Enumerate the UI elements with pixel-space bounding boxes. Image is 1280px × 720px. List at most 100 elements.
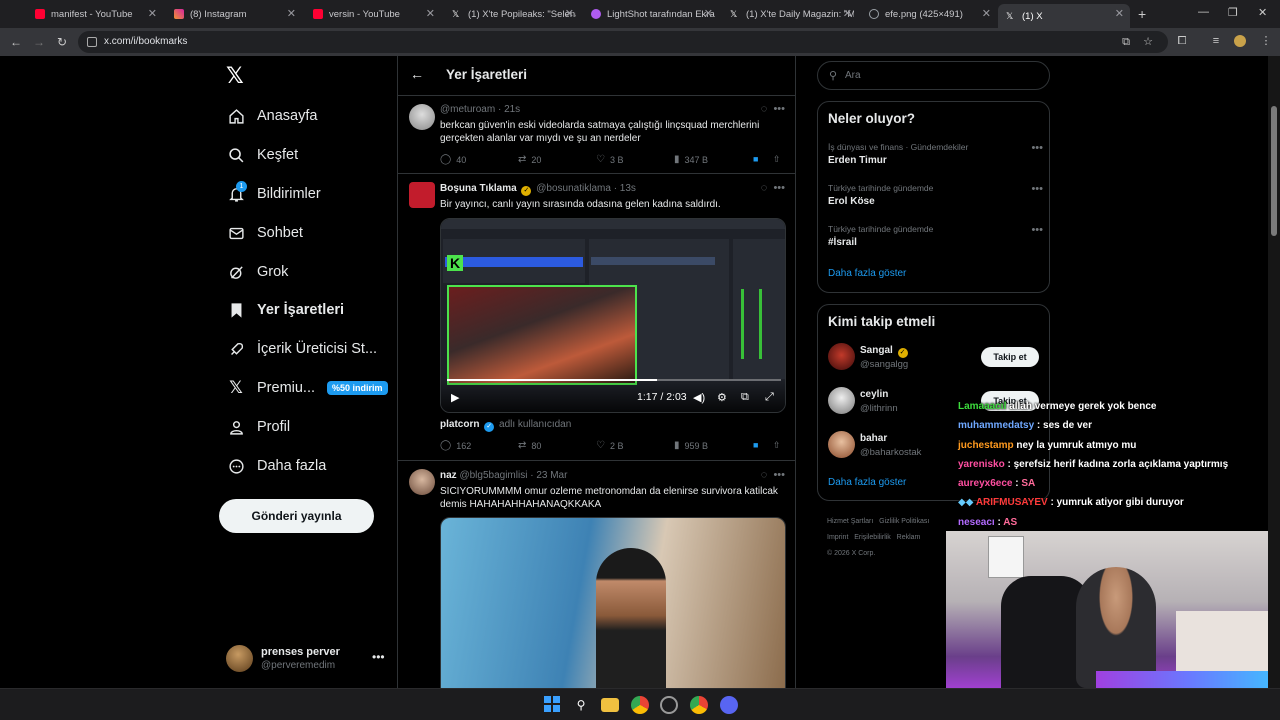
share-icon[interactable]: ⇧ (773, 154, 781, 165)
play-icon[interactable]: ▶ (451, 391, 459, 404)
repost-button[interactable]: ⇄ 80 (518, 440, 541, 451)
browser-tab[interactable]: LightShot tarafından Ekran... ✕ (583, 4, 719, 24)
more-icon[interactable]: ••• (1031, 183, 1043, 195)
nav-profile[interactable]: Profil (226, 415, 290, 439)
media-icon[interactable]: ≡ (1210, 35, 1222, 47)
more-icon[interactable]: ••• (773, 103, 785, 115)
more-icon[interactable]: ••• (372, 650, 385, 664)
browser-tab[interactable]: 𝕏 (1) X'te Daily Magazin: "M... ✕ (722, 4, 858, 24)
address-bar[interactable]: x.com/i/bookmarks ⧉ ☆ (78, 31, 1168, 53)
post-button[interactable]: Gönderi yayınla (219, 499, 374, 533)
grok-icon[interactable]: ◌ (761, 103, 768, 115)
footer-link[interactable]: Erişilebilirlik (854, 534, 891, 541)
settings-icon[interactable]: ⚙ (717, 391, 727, 404)
bookmark-icon[interactable]: ■ (753, 154, 758, 164)
reload-icon[interactable]: ↻ (57, 35, 67, 49)
nav-home[interactable]: Anasayfa (226, 104, 317, 128)
x-logo-icon[interactable]: 𝕏 (226, 65, 246, 87)
windows-start-icon[interactable] (543, 696, 561, 714)
avatar[interactable] (409, 469, 435, 495)
restore-icon[interactable]: ❐ (1228, 6, 1238, 19)
browser-tab[interactable]: efe.png (425×491) ✕ (861, 4, 997, 24)
discord-icon[interactable] (720, 696, 738, 714)
reply-button[interactable]: ◯ 40 (440, 154, 466, 165)
volume-icon[interactable]: ◀) (693, 391, 705, 404)
extensions-icon[interactable]: ⧠ (1176, 35, 1188, 47)
tweet[interactable]: Boşuna Tıklama ✓ @bosunatiklama · 13s ◌ … (398, 174, 795, 461)
fullscreen-icon[interactable]: ⤢ (765, 391, 774, 404)
like-button[interactable]: ♡ 2 B (596, 440, 623, 451)
trend-item[interactable]: İş dünyası ve finans · Gündemdekiler Erd… (828, 142, 1043, 166)
profile-avatar[interactable] (1234, 35, 1246, 47)
browser-tab[interactable]: (8) Instagram ✕ (166, 4, 302, 24)
tweet-video[interactable] (440, 517, 786, 688)
forward-icon[interactable]: → (33, 35, 45, 49)
more-icon[interactable]: ••• (1031, 224, 1043, 236)
share-icon[interactable]: ⇧ (773, 440, 781, 451)
scrollbar-thumb[interactable] (1271, 106, 1277, 236)
more-icon[interactable]: ••• (1031, 142, 1043, 154)
new-tab-icon[interactable]: + (1138, 6, 1146, 22)
trend-item[interactable]: Türkiye tarihinde gündemde #İsrail ••• (828, 224, 1043, 248)
chrome-icon[interactable] (631, 696, 649, 714)
star-icon[interactable]: ☆ (1142, 36, 1154, 48)
close-icon[interactable]: ✕ (982, 7, 991, 20)
browser-tab-active[interactable]: 𝕏 (1) X ✕ (998, 4, 1130, 28)
tweet-author-name[interactable]: Boşuna Tıklama (440, 183, 517, 194)
close-icon[interactable]: ✕ (287, 7, 296, 20)
tweet[interactable]: naz @blg5bagimlisi · 23 Mar ◌ ••• SICIYO… (398, 461, 795, 688)
tweet-handle[interactable]: @meturoam (440, 104, 495, 115)
show-more-link[interactable]: Daha fazla göster (828, 477, 906, 488)
video-progress[interactable] (447, 379, 781, 381)
more-icon[interactable]: ••• (773, 182, 785, 194)
nav-more[interactable]: Daha fazla (226, 454, 326, 478)
nav-grok[interactable]: Grok (226, 260, 288, 284)
tweet-time[interactable]: 23 Mar (536, 470, 567, 481)
back-arrow-icon[interactable]: ← (410, 66, 424, 82)
account-switcher[interactable]: prenses perver @perveremedim ••• (226, 644, 386, 674)
window-close-icon[interactable]: ✕ (1258, 6, 1267, 19)
close-icon[interactable]: ✕ (1115, 7, 1124, 20)
tweet-author-name[interactable]: naz (440, 470, 457, 481)
close-icon[interactable]: ✕ (843, 7, 852, 20)
views-button[interactable]: ▮ 959 B (674, 440, 708, 451)
steam-icon[interactable] (660, 696, 678, 714)
grok-icon[interactable]: ◌ (761, 182, 768, 194)
page-scrollbar[interactable] (1268, 56, 1280, 688)
trend-item[interactable]: Türkiye tarihinde gündemde Erol Köse ••• (828, 183, 1043, 207)
nav-creator-studio[interactable]: İçerik Üreticisi St... (226, 337, 377, 361)
close-icon[interactable]: ✕ (565, 7, 574, 20)
footer-link[interactable]: Reklam (897, 534, 921, 541)
close-icon[interactable]: ✕ (426, 7, 435, 20)
install-app-icon[interactable]: ⧉ (1120, 36, 1132, 48)
avatar[interactable] (409, 104, 435, 130)
chrome-icon[interactable] (690, 696, 708, 714)
menu-icon[interactable]: ⋮ (1260, 35, 1272, 47)
repost-button[interactable]: ⇄ 20 (518, 154, 541, 165)
file-explorer-icon[interactable] (601, 698, 619, 712)
tweet-video[interactable]: K ▶ 1:17 / 2:03 ◀) ⚙ ⧉ ⤢ (440, 218, 786, 413)
footer-link[interactable]: Imprint (827, 534, 848, 541)
bookmark-icon[interactable]: ■ (753, 440, 758, 450)
show-more-link[interactable]: Daha fazla göster (828, 268, 906, 279)
nav-bookmarks[interactable]: Yer İşaretleri (226, 298, 344, 322)
nav-chat[interactable]: Sohbet (226, 221, 303, 245)
footer-link[interactable]: Gizlilik Politikası (879, 518, 929, 525)
nav-premium[interactable]: 𝕏 Premiu... %50 indirim (226, 376, 388, 400)
browser-tab[interactable]: manifest - YouTube ✕ (27, 4, 163, 24)
tweet-time[interactable]: 13s (620, 183, 636, 194)
back-icon[interactable]: ← (10, 35, 22, 49)
reply-button[interactable]: ◯ 162 (440, 440, 471, 451)
browser-tab[interactable]: versin - YouTube ✕ (305, 4, 441, 24)
minimize-icon[interactable]: — (1198, 6, 1209, 18)
close-icon[interactable]: ✕ (148, 7, 157, 20)
views-button[interactable]: ▮ 347 B (674, 154, 708, 165)
more-icon[interactable]: ••• (773, 469, 785, 481)
tweet-handle[interactable]: @bosunatiklama (536, 183, 611, 194)
pip-icon[interactable]: ⧉ (741, 391, 749, 404)
tweet-handle[interactable]: @blg5bagimlisi (459, 470, 527, 481)
browser-tab[interactable]: 𝕏 (1) X'te Popileaks: "Selena... ✕ (444, 4, 580, 24)
avatar[interactable] (409, 182, 435, 208)
follow-suggestion[interactable]: Sangal ✓ @sangalgg Takip et (828, 341, 1043, 375)
nav-explore[interactable]: Keşfet (226, 143, 298, 167)
